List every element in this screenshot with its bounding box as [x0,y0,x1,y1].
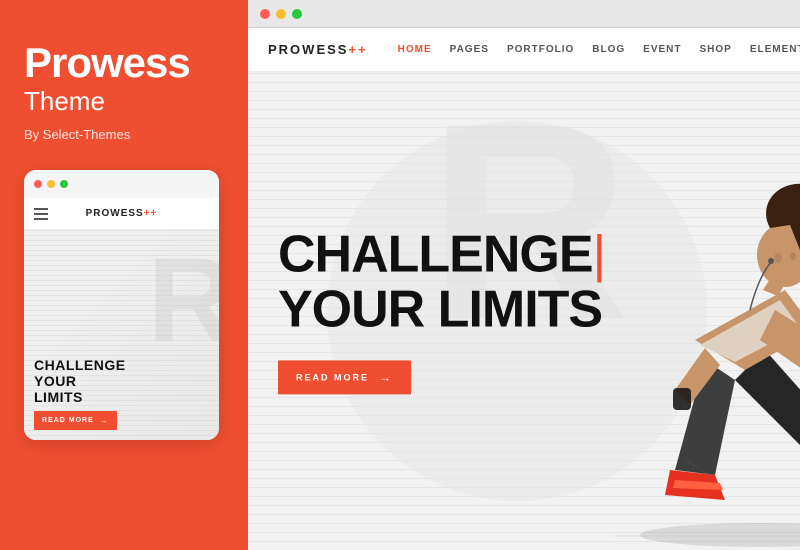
mobile-nav: PROWESS++ [24,198,219,230]
mobile-dot-red [34,180,42,188]
athlete-image [615,160,800,550]
nav-link-pages[interactable]: PAGES [450,44,489,55]
browser-dot-red [260,9,270,19]
nav-link-blog[interactable]: BLOG [592,44,625,55]
nav-link-shop[interactable]: SHOP [700,44,732,55]
mobile-preview-card: PROWESS++ R CHALLENGEYOURLIMITS READ MOR… [24,170,219,440]
mobile-hero-content: CHALLENGEYOURLIMITS READ MORE → [24,357,219,440]
theme-title: Prowess [24,40,224,86]
desktop-logo: PROWESS++ [268,42,368,57]
browser-topbar [248,0,800,28]
nav-link-portfolio[interactable]: PORTFOLIO [507,44,574,55]
mobile-headline: CHALLENGEYOURLIMITS [34,357,209,405]
desktop-nav: PROWESS++ HOME PAGES PORTFOLIO BLOG EVEN… [248,28,800,72]
mobile-dot-yellow [47,180,55,188]
nav-link-elements[interactable]: ELEMENTS [750,44,800,55]
cursor-icon: | [593,225,606,283]
theme-subtitle: Theme [24,86,224,117]
mobile-hero: R CHALLENGEYOURLIMITS READ MORE → [24,230,219,440]
theme-title-group: Prowess Theme By Select-Themes [24,40,224,170]
browser-dot-yellow [276,9,286,19]
mobile-read-more-button[interactable]: READ MORE → [34,411,117,430]
nav-link-home[interactable]: HOME [398,44,432,55]
theme-author: By Select-Themes [24,127,224,142]
left-panel: Prowess Theme By Select-Themes PROWESS++… [0,0,248,550]
mobile-arrow-right-icon: → [100,416,109,425]
mobile-hamburger-icon[interactable] [34,208,48,220]
browser-dot-green [292,9,302,19]
arrow-right-icon: → [379,371,393,385]
mobile-big-letter: R [147,240,219,360]
read-more-button[interactable]: READ MORE → [278,361,411,395]
mobile-logo: PROWESS++ [86,208,158,219]
desktop-hero: R CHALLENGE| YOUR LIMITS READ MORE → [248,72,800,550]
browser-content: PROWESS++ HOME PAGES PORTFOLIO BLOG EVEN… [248,28,800,550]
hero-content: CHALLENGE| YOUR LIMITS READ MORE → [278,227,605,394]
nav-link-event[interactable]: EVENT [643,44,681,55]
desktop-nav-links: HOME PAGES PORTFOLIO BLOG EVENT SHOP ELE… [398,44,800,55]
right-panel: PROWESS++ HOME PAGES PORTFOLIO BLOG EVEN… [248,0,800,550]
hero-headline: CHALLENGE| YOUR LIMITS [278,227,605,336]
mobile-topbar [24,170,219,198]
mobile-dot-green [60,180,68,188]
